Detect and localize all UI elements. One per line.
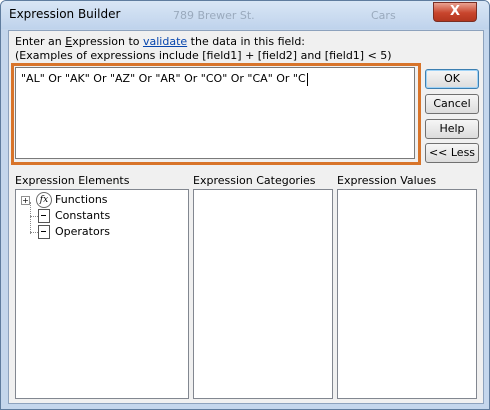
- ok-button[interactable]: OK: [425, 69, 479, 89]
- instruction-text-mid: xpression to: [72, 35, 143, 48]
- less-button[interactable]: << Less: [425, 143, 479, 163]
- instruction-text-start: Enter an: [15, 35, 66, 48]
- expression-categories-header: Expression Categories: [193, 174, 316, 187]
- expression-categories-list[interactable]: [193, 189, 333, 399]
- background-ghost-text-address: 789 Brewer St.: [173, 9, 255, 22]
- title-bar[interactable]: Expression Builder 789 Brewer St. Cars X: [1, 1, 489, 29]
- window-title: Expression Builder: [9, 7, 121, 21]
- instruction-line-2: (Examples of expressions include [field1…: [15, 49, 392, 62]
- close-icon: X: [449, 4, 461, 19]
- tree-item-operators[interactable]: Operators: [16, 225, 186, 239]
- instruction-text-end: the data in this field:: [187, 35, 306, 48]
- instruction-line-1: Enter an Expression to validate the data…: [15, 35, 305, 48]
- constants-folder-icon: [38, 209, 50, 223]
- operators-folder-icon: [38, 225, 50, 239]
- validate-link[interactable]: validate: [143, 35, 187, 48]
- expression-values-list[interactable]: [337, 189, 477, 399]
- background-ghost-text-cars: Cars: [371, 9, 396, 22]
- tree-item-label: Operators: [55, 225, 110, 238]
- tree-item-label: Functions: [55, 193, 108, 206]
- dialog-client-area: Enter an Expression to validate the data…: [8, 30, 484, 404]
- expression-highlight-box: [11, 63, 421, 165]
- expand-plus-icon[interactable]: +: [21, 196, 30, 205]
- tree-item-constants[interactable]: Constants: [16, 209, 186, 223]
- tree-item-functions[interactable]: + fx Functions: [16, 192, 186, 208]
- cancel-button[interactable]: Cancel: [425, 94, 479, 114]
- expression-elements-header: Expression Elements: [15, 174, 130, 187]
- expression-elements-list[interactable]: + fx Functions Constants Operators: [15, 189, 189, 399]
- help-button[interactable]: Help: [425, 119, 479, 139]
- expression-builder-window: Expression Builder 789 Brewer St. Cars X…: [0, 0, 490, 410]
- tree-item-label: Constants: [55, 209, 111, 222]
- close-button[interactable]: X: [433, 2, 477, 22]
- expression-values-header: Expression Values: [337, 174, 437, 187]
- function-fx-icon: fx: [36, 192, 52, 208]
